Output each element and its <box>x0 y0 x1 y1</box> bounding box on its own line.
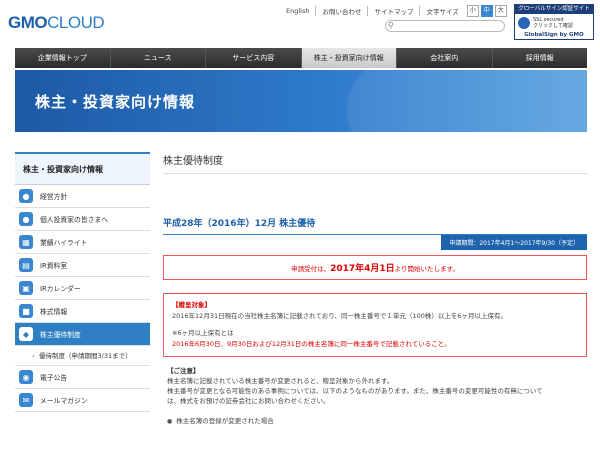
sidebar-item-individual-investors[interactable]: ● 個人投資家の皆さまへ <box>15 208 150 231</box>
sidebar-heading: 株主・投資家向け情報 <box>15 152 150 185</box>
mail-icon: ✉ <box>19 393 33 407</box>
sidebar-subitem-benefit-program[interactable]: 優待制度（申請期間3/31まで） <box>15 346 150 366</box>
sidebar-item-electronic-notice[interactable]: ◉ 電子公告 <box>15 366 150 389</box>
eligibility-text: 2016年12月31日現在の当社株主名簿に記載されており、同一株主番号で１単元（… <box>172 312 507 320</box>
gift-icon: ◆ <box>19 327 33 341</box>
nav-news[interactable]: ニュース <box>111 48 206 68</box>
notice-pre: 申請受付は、 <box>291 265 331 273</box>
sidebar-item-highlights[interactable]: ▦ 業績ハイライト <box>15 231 150 254</box>
sidebar-item-ir-library[interactable]: ▤ IR資料室 <box>15 254 150 277</box>
nav-investors[interactable]: 株主・投資家向け情報 <box>301 48 397 68</box>
stock-icon: ■ <box>19 304 33 318</box>
contact-link[interactable]: お問い合わせ <box>315 6 367 16</box>
sidebar-item-label: メールマガジン <box>40 397 88 405</box>
nav-corporate-top[interactable]: 企業情報トップ <box>15 48 111 68</box>
notice-date: 2017年4月1日 <box>330 264 395 274</box>
sidebar-item-label: 株主優待制度 <box>40 331 81 339</box>
sidebar-item-label: 個人投資家の皆さまへ <box>40 216 108 224</box>
sidebar-item-policy[interactable]: ● 経営方針 <box>15 185 150 208</box>
application-start-notice: 申請受付は、2017年4月1日より開始いたします。 <box>163 255 587 280</box>
eligibility-label: 【贈呈対象】 <box>172 301 211 309</box>
sidebar-item-shareholder-benefits[interactable]: ◆ 株主優待制度 <box>15 323 150 346</box>
section-title: 平成28年（2016年）12月 株主優待 <box>163 219 316 229</box>
calendar-icon: ▣ <box>19 281 33 295</box>
sidebar-item-mail-magazine[interactable]: ✉ メールマガジン <box>15 389 150 412</box>
ssl-lock-icon <box>518 17 530 29</box>
six-months-text: 2016年6月30日、9月30日および12月31日の株主名簿に同一株主番号で記載… <box>172 340 451 348</box>
logo-cloud: CLOUD <box>47 13 105 32</box>
sidebar-item-label: IR資料室 <box>40 262 68 270</box>
sitemap-link[interactable]: サイトマップ <box>367 6 419 16</box>
font-size-small-button[interactable]: 小 <box>466 5 479 17</box>
notice-icon: ◉ <box>19 370 33 384</box>
page-title: 株主優待制度 <box>163 152 587 174</box>
badge-top-text: グローバルサイン認証サイト <box>515 5 593 14</box>
caution-line: は、株式をお預けの証券会社にお問い合わせください。 <box>167 397 330 405</box>
people-icon: ● <box>19 212 33 226</box>
global-nav: 企業情報トップ ニュース サービス内容 株主・投資家向け情報 会社案内 採用情報 <box>15 48 587 68</box>
search-input[interactable] <box>385 20 505 32</box>
nav-careers[interactable]: 採用情報 <box>493 48 588 68</box>
utility-links: English お問い合わせ サイトマップ 文字サイズ 小 中 大 <box>280 5 507 17</box>
font-size-label: 文字サイズ <box>419 6 464 16</box>
sidebar-item-label: 株式情報 <box>40 308 68 316</box>
font-size-medium-button[interactable]: 中 <box>480 5 493 17</box>
badge-line2: クリックして確認 <box>533 23 573 29</box>
font-size-large-button[interactable]: 大 <box>494 5 507 17</box>
globalsign-badge[interactable]: グローバルサイン認証サイト SSL secured クリックして確認 Globa… <box>514 4 594 40</box>
caution-line: 株主番号が変更となる可能性のある事例については、以下のようなものがあります。また… <box>167 387 543 395</box>
list-item: 株主名簿の登録が変更された場合 <box>163 415 587 425</box>
sidebar-item-label: IRカレンダー <box>40 285 81 293</box>
chart-icon: ▦ <box>19 235 33 249</box>
sidebar-item-ir-calendar[interactable]: ▣ IRカレンダー <box>15 277 150 300</box>
six-months-label: ※6ヶ月以上保有とは <box>172 329 234 337</box>
caution-line: 株主名簿に記載されている株主番号が変更されると、贈呈対象から外れます。 <box>167 377 394 385</box>
search-icon[interactable]: ⚲ <box>388 21 398 31</box>
page-banner: 株主・投資家向け情報 <box>15 70 587 132</box>
main-content: 株主優待制度 平成28年（2016年）12月 株主優待 申請期間：2017年4月… <box>163 152 587 425</box>
caution-block: 【ご注意】 株主名簿に記載されている株主番号が変更されると、贈呈対象から外れます… <box>163 366 587 406</box>
person-icon: ● <box>19 189 33 203</box>
banner-title: 株主・投資家向け情報 <box>35 93 196 111</box>
sidebar-item-label: 業績ハイライト <box>40 239 88 247</box>
sidebar-item-label: 電子公告 <box>40 374 68 382</box>
caution-label: 【ご注意】 <box>167 367 200 375</box>
application-period-badge: 申請期間：2017年4月1〜2017年9/30（予定） <box>441 235 587 250</box>
sidebar-item-stock-info[interactable]: ■ 株式情報 <box>15 300 150 323</box>
eligibility-box: 【贈呈対象】 2016年12月31日現在の当社株主名簿に記載されており、同一株主… <box>163 293 587 357</box>
sidebar-item-label: 経営方針 <box>40 193 68 201</box>
nav-company[interactable]: 会社案内 <box>397 48 493 68</box>
badge-bottom-text: GlobalSign by GMO <box>524 32 584 38</box>
document-icon: ▤ <box>19 258 33 272</box>
english-link[interactable]: English <box>280 7 315 15</box>
gmo-cloud-logo[interactable]: GMOCLOUD <box>8 13 105 33</box>
notice-post: より開始いたします。 <box>394 265 459 273</box>
nav-services[interactable]: サービス内容 <box>206 48 302 68</box>
logo-gmo: GMO <box>8 13 48 32</box>
sidebar: 株主・投資家向け情報 ● 経営方針 ● 個人投資家の皆さまへ ▦ 業績ハイライト… <box>15 152 150 412</box>
